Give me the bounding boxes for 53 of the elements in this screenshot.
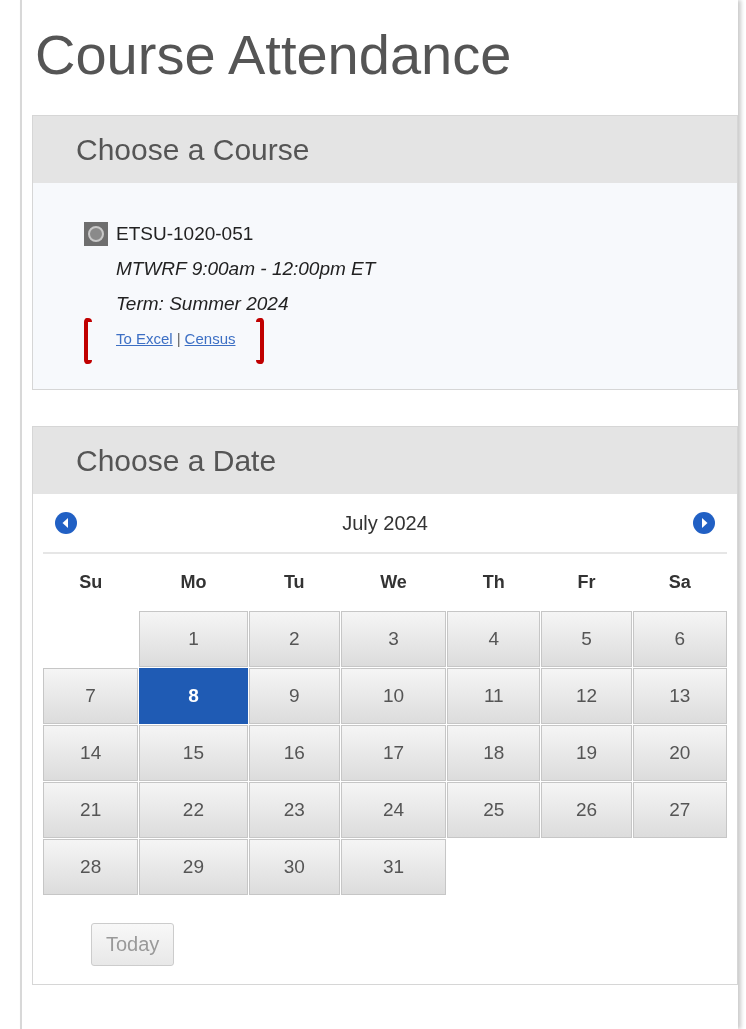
calendar-day[interactable]: 1 xyxy=(139,611,248,667)
calendar-day[interactable]: 13 xyxy=(632,668,727,724)
calendar-day[interactable]: 12 xyxy=(541,668,632,724)
calendar-day[interactable]: 23 xyxy=(248,782,340,838)
calendar-day[interactable]: 18 xyxy=(447,725,541,781)
calendar-day[interactable]: 26 xyxy=(541,782,632,838)
calendar-day[interactable]: 7 xyxy=(43,668,139,724)
calendar-day[interactable]: 24 xyxy=(340,782,447,838)
calendar-day[interactable]: 30 xyxy=(248,839,340,895)
calendar-day[interactable]: 22 xyxy=(139,782,248,838)
course-link[interactable]: Census xyxy=(184,330,236,347)
radio-icon[interactable] xyxy=(84,222,108,246)
course-schedule: MTWRF 9:00am - 12:00pm ET xyxy=(115,256,378,281)
calendar-day[interactable]: 9 xyxy=(248,668,340,724)
calendar-day[interactable]: 17 xyxy=(340,725,447,781)
previous-month-icon[interactable] xyxy=(55,512,77,534)
weekday-label: Th xyxy=(481,570,506,594)
calendar-day[interactable]: 19 xyxy=(541,725,632,781)
calendar-day[interactable]: 14 xyxy=(43,725,139,781)
calendar-day[interactable]: 20 xyxy=(632,725,727,781)
bracket-mark xyxy=(84,318,92,364)
bracket-mark xyxy=(256,318,264,364)
course-code: ETSU-1020-051 xyxy=(116,223,254,245)
calendar-day[interactable]: 27 xyxy=(632,782,727,838)
calendar-day[interactable]: 29 xyxy=(139,839,248,895)
link-separator: | xyxy=(176,330,181,347)
weekday-label: We xyxy=(379,570,408,594)
panel-title: Choose a Course xyxy=(76,132,310,167)
calendar-day[interactable]: 6 xyxy=(632,611,727,667)
calendar-day[interactable]: 31 xyxy=(340,839,447,895)
course-term: Term: Summer 2024 xyxy=(115,291,290,316)
calendar-day[interactable]: 15 xyxy=(139,725,248,781)
month-label: July 2024 xyxy=(342,511,428,535)
calendar-day[interactable]: 8 xyxy=(139,668,248,724)
calendar-day[interactable]: 2 xyxy=(248,611,340,667)
calendar-day[interactable]: 11 xyxy=(447,668,541,724)
weekday-label: Tu xyxy=(282,570,306,594)
next-month-icon[interactable] xyxy=(693,512,715,534)
page-title: Course Attendance xyxy=(34,22,513,88)
calendar-day[interactable]: 10 xyxy=(340,668,447,724)
weekday-label: Mo xyxy=(179,570,208,594)
weekday-label: Sa xyxy=(667,570,692,594)
panel-title: Choose a Date xyxy=(76,443,277,478)
weekday-label: Fr xyxy=(576,570,597,594)
calendar-day[interactable]: 28 xyxy=(43,839,139,895)
calendar-day[interactable]: 4 xyxy=(447,611,541,667)
calendar-day[interactable]: 16 xyxy=(248,725,340,781)
weekday-label: Su xyxy=(78,570,104,594)
course-link[interactable]: To Excel xyxy=(116,330,173,347)
calendar-day[interactable]: 21 xyxy=(43,782,139,838)
calendar-day[interactable]: 25 xyxy=(447,782,541,838)
calendar-day[interactable]: 5 xyxy=(541,611,632,667)
calendar-day[interactable]: 3 xyxy=(340,611,447,667)
